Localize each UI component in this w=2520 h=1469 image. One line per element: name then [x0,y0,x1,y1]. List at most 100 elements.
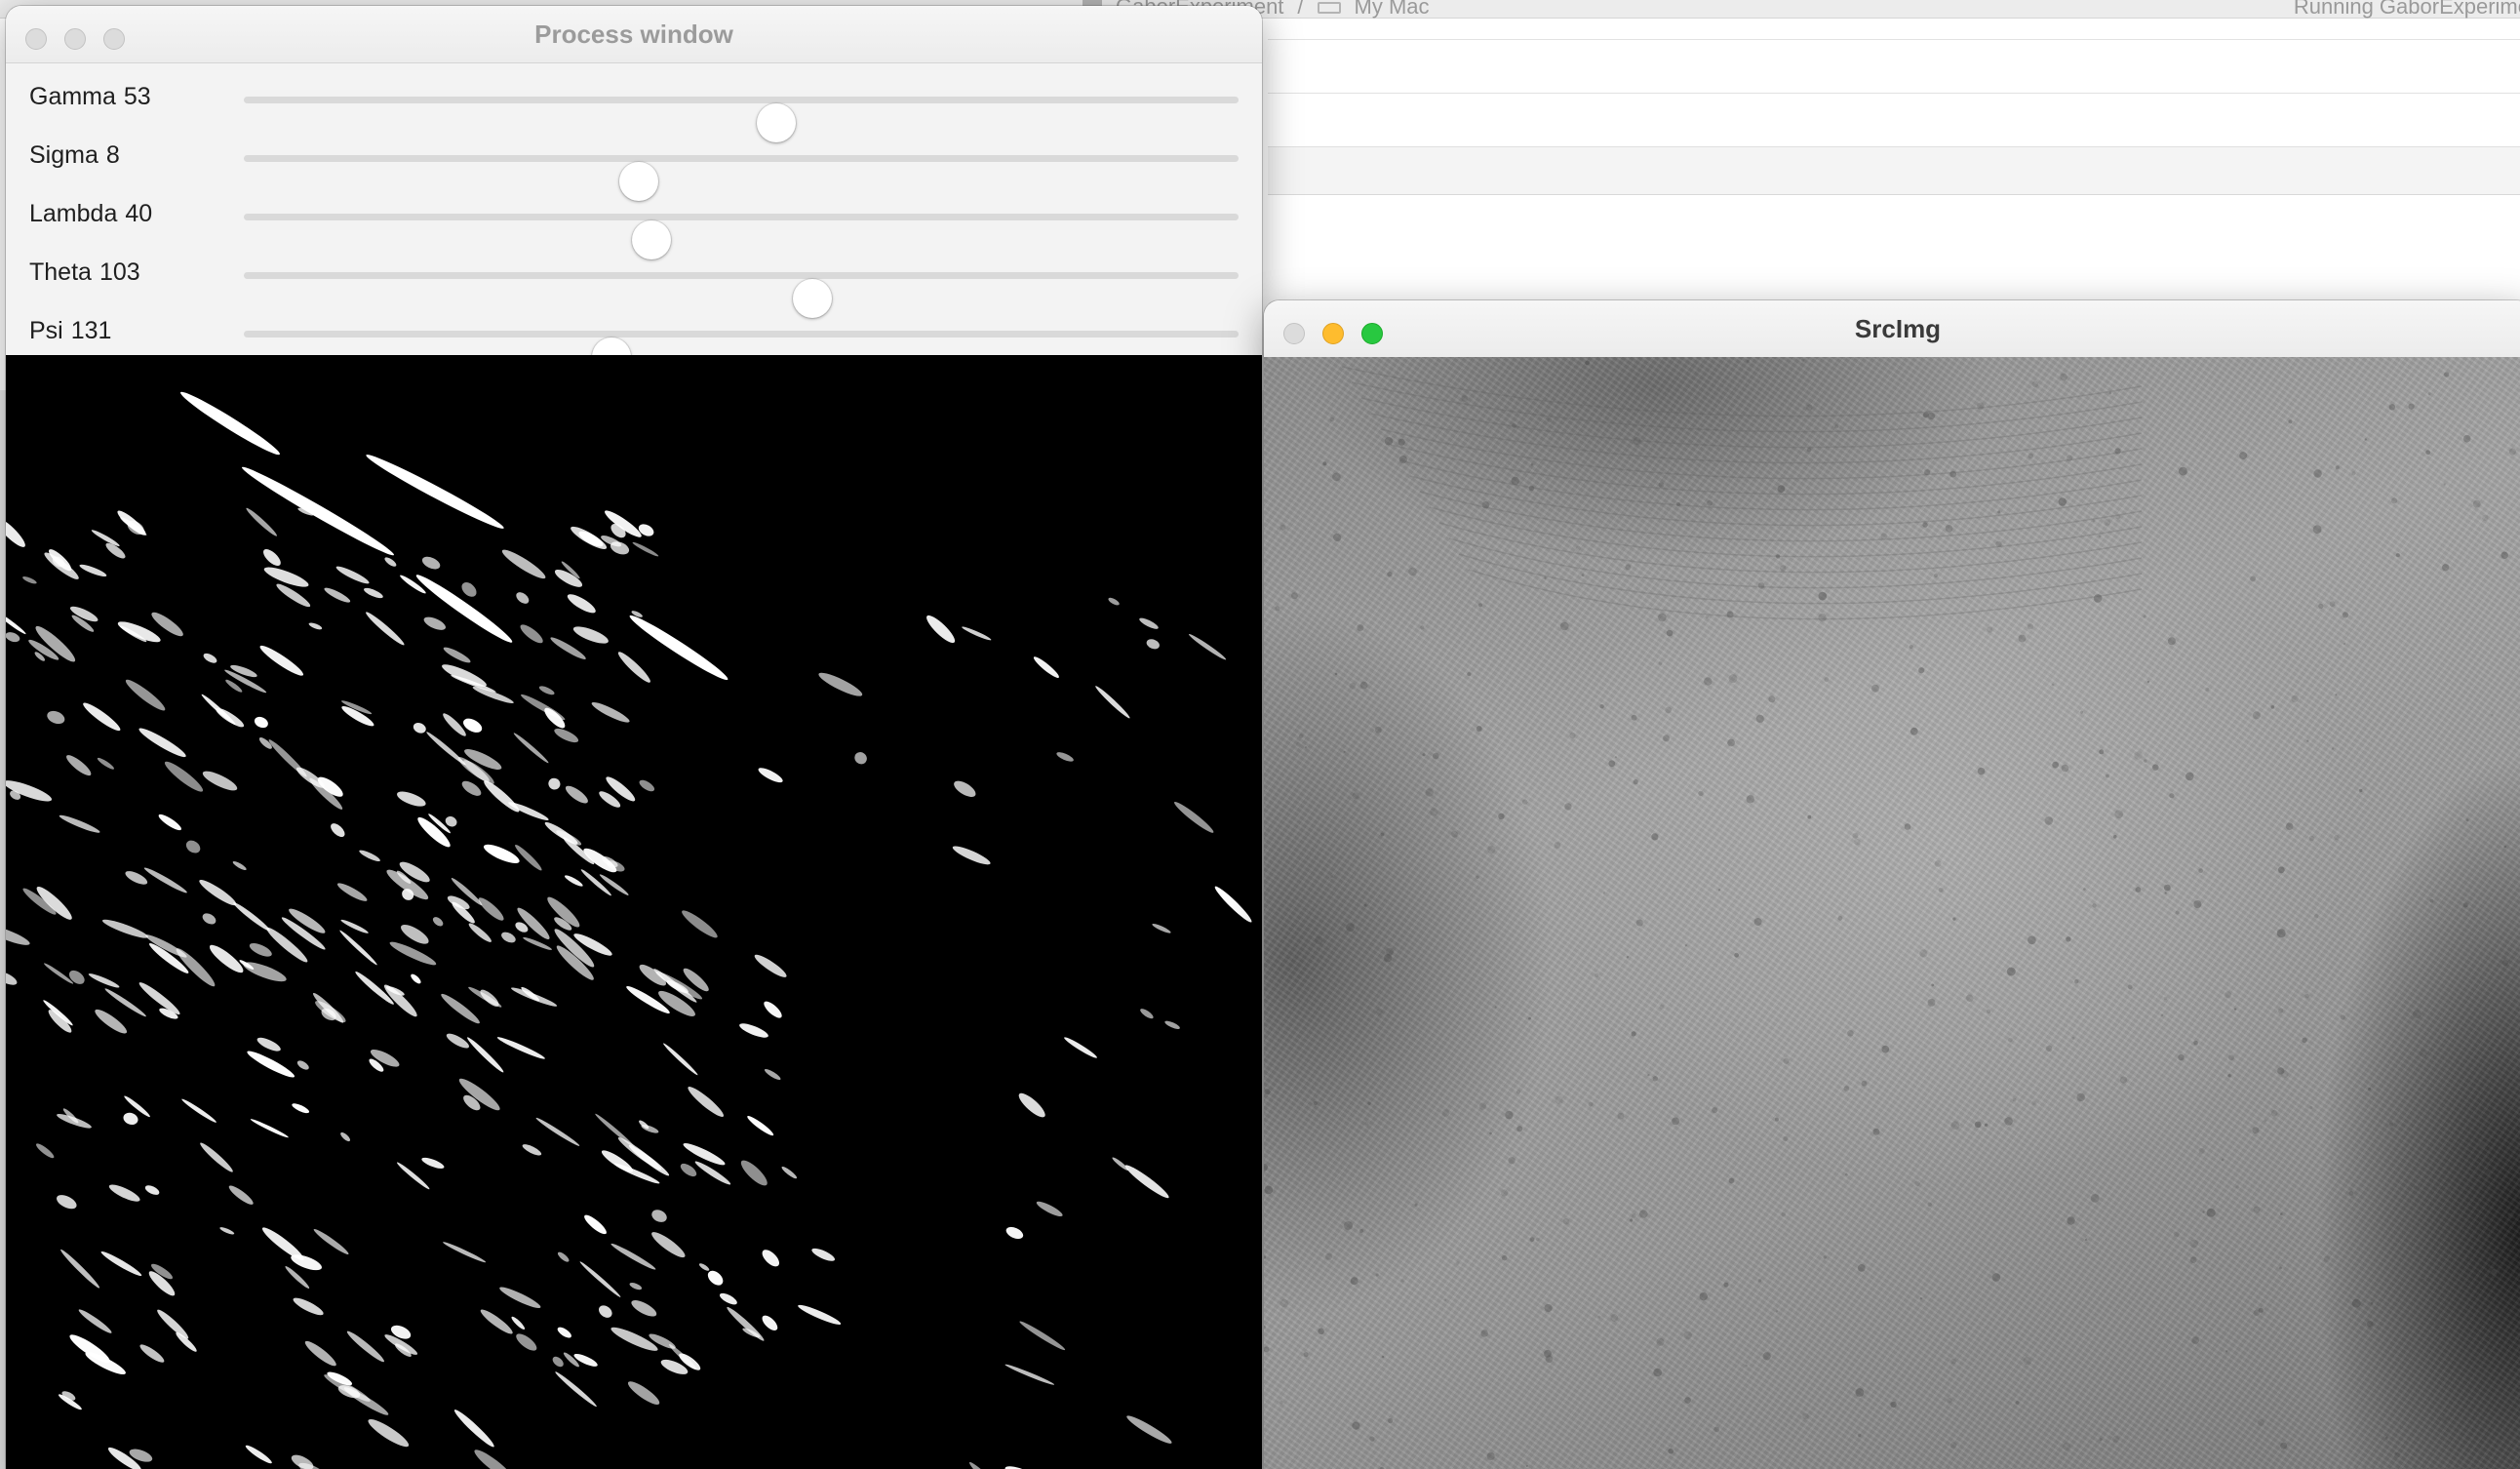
response-streak [66,755,92,776]
skin-pore [1325,1252,1332,1260]
response-streak [125,679,166,711]
skin-pore [2368,1087,2372,1091]
response-streak [293,1297,324,1316]
skin-pore [2015,1401,2020,1405]
skin-wrinkle [1438,522,2143,574]
skin-pore [2166,1428,2169,1432]
response-streak [336,883,368,901]
response-streak [411,973,421,984]
response-streak [308,622,323,630]
skin-pore [2178,1053,2185,1061]
response-streak [158,814,181,831]
skin-pore [2395,553,2400,558]
skin-pore [2424,1305,2429,1311]
skin-pore [1665,706,1673,714]
skin-pore [1441,1109,1450,1117]
skin-pore [2258,1307,2264,1313]
skin-pore [2491,1269,2498,1275]
slider-track[interactable] [244,155,1239,201]
skin-pore [1922,522,1928,528]
skin-pore [1806,404,1813,411]
skin-pore [1872,1128,1880,1135]
skin-pore [2189,1239,2199,1249]
skin-pore [2413,1185,2418,1190]
response-streak [478,897,504,921]
skin-pore [1478,1102,1487,1110]
response-streak [101,919,149,938]
response-streak [694,1161,731,1185]
skin-pore [1516,1126,1523,1132]
skin-pore [2090,1194,2100,1203]
breadcrumb-separator: / [1297,0,1304,19]
response-streak [1140,1009,1154,1019]
response-streak [117,621,161,643]
skin-pore [1950,1121,1960,1131]
breadcrumb-destination[interactable]: My Mac [1355,0,1430,19]
skin-pore [2285,822,2294,830]
skin-pore [2044,816,2054,825]
srcimg-window-titlebar[interactable]: SrcImg [1264,300,2520,358]
skin-pore [1746,795,1754,804]
response-streak [68,970,85,984]
skin-pore [1762,1352,1771,1361]
slider-track[interactable] [244,97,1239,142]
response-streak [233,902,271,932]
skin-pore [2225,991,2232,999]
slider-track[interactable] [244,272,1239,318]
response-streak [1108,597,1120,606]
skin-pore [2351,471,2356,476]
slider-track[interactable] [244,331,1239,377]
slider-name: Sigma [29,141,98,169]
skin-pore [2507,1212,2514,1219]
skin-pore [1684,944,1688,947]
skin-pore [2051,683,2055,687]
response-streak [1018,1092,1045,1118]
response-streak [396,1162,430,1190]
skin-pore [2491,713,2494,717]
skin-wrinkle [1390,444,2143,496]
response-streak [91,530,120,546]
skin-pore [2335,694,2338,696]
skin-pore [1369,1436,1375,1442]
response-streak [515,844,542,871]
response-streak [313,1229,349,1254]
slider-track[interactable] [244,214,1239,259]
skin-pore [2359,788,2363,793]
response-streak [682,910,718,938]
response-streak [100,1251,142,1277]
skin-pore [2462,902,2468,908]
skin-pore [1818,591,1828,601]
slider-lambda: Lambda 40 [6,190,1262,259]
response-streak [79,564,107,576]
response-streak [565,785,588,804]
skin-pore [1684,1397,1691,1404]
skin-wrinkle [1419,491,2143,542]
filter-response-canvas [6,391,1252,1469]
skin-pore [1467,672,1472,677]
response-streak [631,1300,657,1317]
skin-pore [1487,846,1496,854]
slider-value: 103 [98,258,140,286]
skin-pore [2364,438,2367,441]
skin-pore [2318,603,2324,609]
skin-pore [1922,412,1929,418]
response-streak [291,1454,314,1469]
skin-pore [2179,466,2187,476]
response-streak [550,637,586,659]
response-streak [1095,686,1130,719]
skin-pore [1658,613,1667,622]
response-streak [1112,1157,1129,1171]
skin-pore [2175,910,2180,915]
response-streak [232,861,247,870]
response-streak [627,1381,660,1405]
process-window-titlebar[interactable]: Process window [6,6,1262,63]
skin-pore [1364,1121,1369,1126]
skin-pore [2191,1336,2200,1344]
skin-pore [1512,370,1515,373]
response-streak [467,1037,504,1073]
skin-pore [1498,813,1505,819]
response-streak [535,1117,580,1146]
response-streak [88,973,120,988]
skin-pore [2342,612,2349,618]
skin-pore [2104,519,2111,526]
